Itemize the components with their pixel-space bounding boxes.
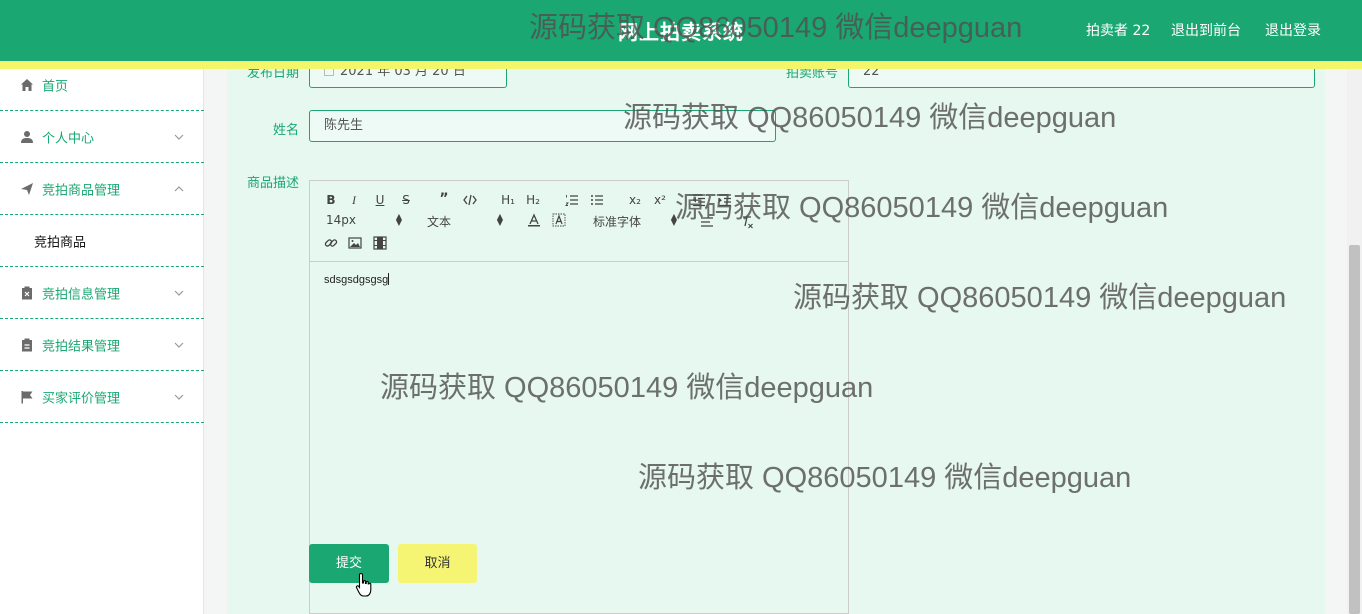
ordered-list-icon [565,195,578,206]
h1-button[interactable]: H₁ [499,191,517,209]
outdent-button[interactable] [690,191,708,209]
sidebar-item-bid-result[interactable]: 竞拍结果管理 [0,319,204,371]
sidebar-item-buyer-review[interactable]: 买家评价管理 [0,371,204,423]
video-button[interactable] [371,234,389,252]
sidebar-item-label: 竞拍结果管理 [42,339,121,354]
h2-button[interactable]: H₂ [524,191,542,209]
page-scrollbar-thumb[interactable] [1349,245,1360,614]
chevron-down-icon [174,290,184,296]
sidebar: 首页 个人中心 竞拍商品管理 竞拍商品 竞拍信息管理 竞拍结果管理 买家评价管理 [0,69,204,614]
user-label-overlay[interactable]: 拍卖者 22 [1086,20,1150,40]
sidebar-item-label: 竞拍信息管理 [42,287,121,302]
home-icon [21,78,33,91]
text-format-select[interactable]: 文本 ▲ ▼ [427,213,503,230]
ordered-list-button[interactable] [563,191,581,209]
align-button[interactable] [698,213,716,231]
font-family-value: 标准字体 [593,215,642,229]
bullet-list-button[interactable] [588,191,606,209]
font-family-select[interactable]: 标准字体 ▲ ▼ [593,213,677,230]
video-icon [373,236,387,250]
description-label: 商品描述 [246,176,299,191]
top-header-overlay: 网上拍卖系统 拍卖者 22 退出到前台 退出登录 [0,0,1362,61]
clipboard-icon [22,338,32,351]
background-color-icon [552,213,566,227]
chevron-down-icon [174,134,184,140]
sidebar-item-label: 竞拍商品管理 [42,183,121,198]
code-block-button[interactable] [461,191,479,209]
strike-button[interactable]: S [397,191,415,209]
description-editor[interactable]: B I U S ” H₁ H₂ x₂ x² 14px ▲ ▼ 文本 ▲ ▼ 标准字体… [309,180,849,614]
sidebar-item-bid-info[interactable]: 竞拍信息管理 [0,267,204,319]
font-size-select[interactable]: 14px ▲ ▼ [326,212,402,228]
sidebar-item-label: 个人中心 [42,131,95,146]
sidebar-subitem-label: 竞拍商品 [34,235,87,250]
editor-text: sdsgsdgsgsg [324,274,389,286]
app-title-overlay: 网上拍卖系统 [618,20,744,44]
send-icon [21,182,33,195]
select-caret-icon: ▲ ▼ [670,212,677,227]
submit-button[interactable]: 提交 [309,544,389,583]
name-label: 姓名 [272,123,299,138]
name-value: 陈先生 [324,118,364,133]
select-caret-icon: ▲ ▼ [496,212,503,227]
bullet-list-icon [591,195,603,205]
logout-link-overlay[interactable]: 退出登录 [1265,20,1321,40]
clear-format-icon [743,216,753,229]
clear-format-button[interactable] [738,213,756,231]
sidebar-item-auction-goods[interactable]: 竞拍商品管理 [0,163,204,215]
clipboard-x-icon [22,286,32,299]
flag-icon [21,390,33,403]
cancel-button[interactable]: 取消 [398,544,477,583]
bold-button[interactable]: B [322,191,340,209]
sidebar-subitem-auction-goods[interactable]: 竞拍商品 [0,215,204,267]
indent-icon [719,194,731,207]
background-color-button[interactable] [550,211,568,229]
link-icon [324,239,338,247]
editor-content[interactable]: sdsgsdgsgsg [324,273,390,286]
sidebar-item-label: 首页 [42,79,69,94]
font-size-value: 14px [326,213,356,227]
italic-button[interactable]: I [345,191,363,209]
indent-button[interactable] [716,191,734,209]
outdent-icon [693,194,705,207]
exit-to-front-link-overlay[interactable]: 退出到前台 [1171,20,1241,40]
sidebar-item-label: 买家评价管理 [42,391,121,406]
name-field[interactable]: 陈先生 [309,110,776,142]
font-color-button[interactable] [525,211,543,229]
text-caret [388,273,390,285]
image-icon [348,237,362,249]
hand-pointer-icon [355,572,372,597]
header-accent-strip-overlay [0,61,1362,69]
chevron-up-icon [174,185,184,191]
text-format-value: 文本 [427,215,452,229]
chevron-down-icon [174,394,184,400]
image-button[interactable] [346,234,364,252]
code-icon [463,194,477,206]
editor-toolbar: B I U S ” H₁ H₂ x₂ x² 14px ▲ ▼ 文本 ▲ ▼ 标准字体… [310,181,848,262]
subscript-button[interactable]: x₂ [626,191,644,209]
select-caret-icon: ▲ ▼ [395,212,402,227]
superscript-button[interactable]: x² [651,191,669,209]
chevron-down-icon [174,342,184,348]
blockquote-button[interactable]: ” [435,190,453,208]
link-button[interactable] [322,234,340,252]
align-icon [701,217,713,227]
font-color-icon [528,213,540,227]
underline-button[interactable]: U [371,191,389,209]
sidebar-item-personal-center[interactable]: 个人中心 [0,111,204,163]
user-icon [21,130,33,143]
